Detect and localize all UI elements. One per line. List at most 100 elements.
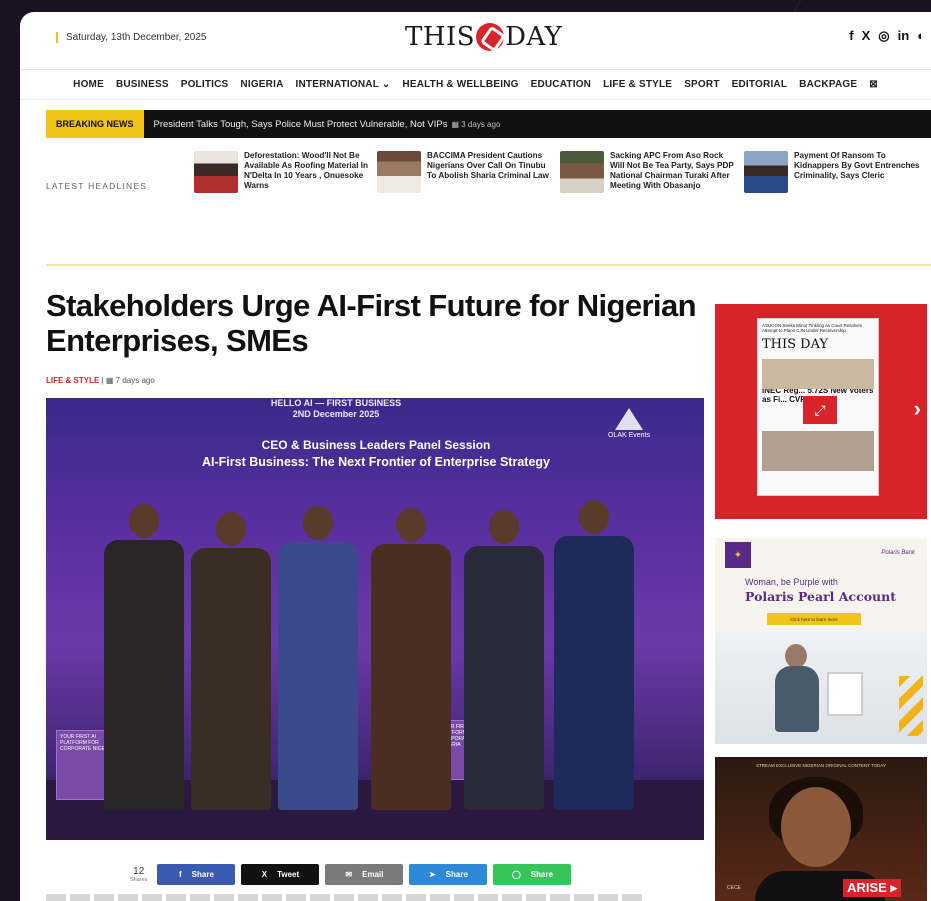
facebook-icon: f bbox=[178, 870, 182, 879]
instagram-icon[interactable]: ◎ bbox=[878, 28, 889, 44]
hero-event-date: 2ND December 2025 bbox=[292, 409, 380, 419]
telegram-icon: ➤ bbox=[428, 870, 436, 879]
nav-politics[interactable]: POLITICS bbox=[181, 79, 229, 90]
arise-ad-label: CECE bbox=[727, 885, 741, 891]
person-body bbox=[191, 548, 271, 810]
person-body bbox=[104, 540, 184, 810]
epaper-header-text: ASUCON Seeks Minor Tinkling as Court Res… bbox=[762, 323, 863, 333]
search-icon[interactable]: ⊠ bbox=[869, 79, 878, 90]
hero-brand-label: OLAK Events bbox=[607, 432, 651, 439]
epaper-masthead: THIS DAY bbox=[762, 337, 829, 352]
share-button-label: Share bbox=[445, 870, 468, 879]
hero-event-name: HELLO AI — FIRST BUSINESS bbox=[270, 398, 402, 408]
hero-person bbox=[464, 510, 544, 810]
logo-text-left: THIS bbox=[405, 22, 476, 52]
headline-item[interactable]: BACCIMA President Cautions Nigerians Ove… bbox=[377, 151, 555, 193]
nav-sport[interactable]: SPORT bbox=[684, 79, 719, 90]
polaris-logo-icon: ✦ bbox=[725, 542, 751, 568]
polaris-cta-button[interactable]: Click here to learn more bbox=[767, 613, 861, 625]
ad-person bbox=[775, 666, 819, 732]
article-body-cutoff bbox=[46, 894, 646, 901]
share-button-label: Share bbox=[191, 870, 214, 879]
headline-item[interactable]: Deforestation: Wood'll Not Be Available … bbox=[194, 151, 372, 193]
epaper-photo bbox=[762, 359, 874, 389]
breaking-news-label: BREAKING NEWS bbox=[46, 110, 144, 138]
dark-mode-icon[interactable]: ◐ bbox=[917, 28, 925, 44]
social-links: f X ◎ in ◐ bbox=[849, 28, 925, 44]
breaking-news-bar: BREAKING NEWS President Talks Tough, Say… bbox=[46, 110, 931, 138]
nav-nigeria[interactable]: NIGERIA bbox=[240, 79, 283, 90]
nav-international[interactable]: INTERNATIONAL ⌄ bbox=[296, 79, 391, 90]
article-time: ▦ 7 days ago bbox=[105, 376, 155, 385]
polaris-headline-1: Woman, be Purple with bbox=[745, 577, 838, 587]
linkedin-icon[interactable]: in bbox=[898, 28, 910, 44]
hero-person bbox=[278, 506, 358, 810]
article-title: Stakeholders Urge AI-First Future for Ni… bbox=[46, 288, 697, 358]
facebook-share-button[interactable]: f Share bbox=[157, 864, 236, 885]
email-share-button[interactable]: ✉ Email bbox=[325, 864, 404, 885]
arise-ad-top-text: STREAM EXCLUSIVE NIGERIAN ORIGINAL CONTE… bbox=[755, 763, 887, 768]
breaking-news-time: ▦ 3 days ago bbox=[451, 119, 501, 129]
hero-person bbox=[371, 508, 451, 810]
x-icon[interactable]: X bbox=[862, 28, 871, 44]
nav-editorial[interactable]: EDITORIAL bbox=[732, 79, 788, 90]
article-category-link[interactable]: LIFE & STYLE bbox=[46, 376, 99, 385]
hero-panel-title: CEO & Business Leaders Panel Session AI-… bbox=[166, 438, 586, 469]
hero-person bbox=[104, 504, 184, 810]
main-nav: HOME BUSINESS POLITICS NIGERIA INTERNATI… bbox=[20, 70, 931, 100]
headline-text: Sacking APC From Aso Rock Will Not Be Te… bbox=[610, 151, 734, 190]
person-head bbox=[303, 506, 333, 540]
headline-item[interactable]: Sacking APC From Aso Rock Will Not Be Te… bbox=[560, 151, 738, 193]
expand-icon[interactable]: ⤢ bbox=[803, 396, 837, 424]
polaris-brand-text: Polaris Bank bbox=[881, 550, 915, 556]
epaper-ad[interactable]: ASUCON Seeks Minor Tinkling as Court Res… bbox=[715, 304, 927, 519]
telegram-share-button[interactable]: ➤ Share bbox=[409, 864, 488, 885]
person-head bbox=[129, 504, 159, 538]
email-icon: ✉ bbox=[345, 870, 353, 879]
headline-item[interactable]: Payment Of Ransom To Kidnappers By Govt … bbox=[744, 151, 922, 193]
person-body bbox=[554, 536, 634, 810]
nav-home[interactable]: HOME bbox=[73, 79, 104, 90]
share-button-label: Share bbox=[530, 870, 554, 879]
next-arrow-icon[interactable]: › bbox=[914, 396, 921, 422]
person-body bbox=[371, 544, 451, 810]
hero-banner-top: HELLO AI — FIRST BUSINESS 2ND December 2… bbox=[236, 398, 436, 420]
person-head bbox=[489, 510, 519, 544]
hero-person bbox=[191, 512, 271, 810]
article-hero-image: HELLO AI — FIRST BUSINESS 2ND December 2… bbox=[46, 398, 704, 840]
nav-life-style[interactable]: LIFE & STYLE bbox=[603, 79, 672, 90]
polaris-headline-2: Polaris Pearl Account bbox=[745, 589, 896, 604]
olak-logo-icon bbox=[615, 408, 643, 430]
nav-business[interactable]: BUSINESS bbox=[116, 79, 169, 90]
nav-education[interactable]: EDUCATION bbox=[531, 79, 592, 90]
logo-text-right: DAY bbox=[505, 22, 563, 52]
hero-brand: OLAK Events bbox=[604, 408, 654, 439]
article-meta: LIFE & STYLE | ▦ 7 days ago bbox=[46, 376, 155, 385]
arise-tv-ad[interactable]: STREAM EXCLUSIVE NIGERIAN ORIGINAL CONTE… bbox=[715, 757, 927, 901]
nav-backpage[interactable]: BACKPAGE bbox=[799, 79, 857, 90]
chevron-decoration bbox=[899, 676, 923, 736]
date-label: Saturday, 13th December, 2025 bbox=[56, 32, 206, 43]
logo-mark-icon bbox=[476, 23, 505, 51]
polaris-ad-scene bbox=[715, 632, 927, 744]
share-button-label: Tweet bbox=[277, 870, 300, 879]
facebook-icon[interactable]: f bbox=[849, 28, 853, 44]
person-body bbox=[464, 546, 544, 810]
headline-text: BACCIMA President Cautions Nigerians Ove… bbox=[427, 151, 549, 180]
breaking-news-link[interactable]: President Talks Tough, Says Police Must … bbox=[144, 119, 448, 130]
share-count: 12 Shares bbox=[130, 866, 147, 883]
site-logo[interactable]: THIS DAY bbox=[405, 22, 562, 52]
top-bar: Saturday, 13th December, 2025 THIS DAY f… bbox=[20, 12, 931, 70]
share-button-label: Email bbox=[362, 870, 384, 879]
headline-text: Payment Of Ransom To Kidnappers By Govt … bbox=[794, 151, 920, 180]
polaris-bank-ad[interactable]: ✦ Polaris Bank Woman, be Purple with Pol… bbox=[715, 538, 927, 744]
x-tweet-button[interactable]: X Tweet bbox=[241, 864, 320, 885]
arise-logo: ARISE ▸ bbox=[843, 879, 901, 897]
hero-person bbox=[554, 500, 634, 810]
nav-health[interactable]: HEALTH & WELLBEING bbox=[402, 79, 518, 90]
epaper-photo bbox=[762, 431, 874, 471]
hero-panel-line1: CEO & Business Leaders Panel Session bbox=[261, 438, 491, 452]
headline-thumbnail bbox=[560, 151, 604, 193]
whatsapp-share-button[interactable]: ◯ Share bbox=[493, 864, 572, 885]
latest-headlines-label: LATEST HEADLINES bbox=[46, 181, 148, 191]
